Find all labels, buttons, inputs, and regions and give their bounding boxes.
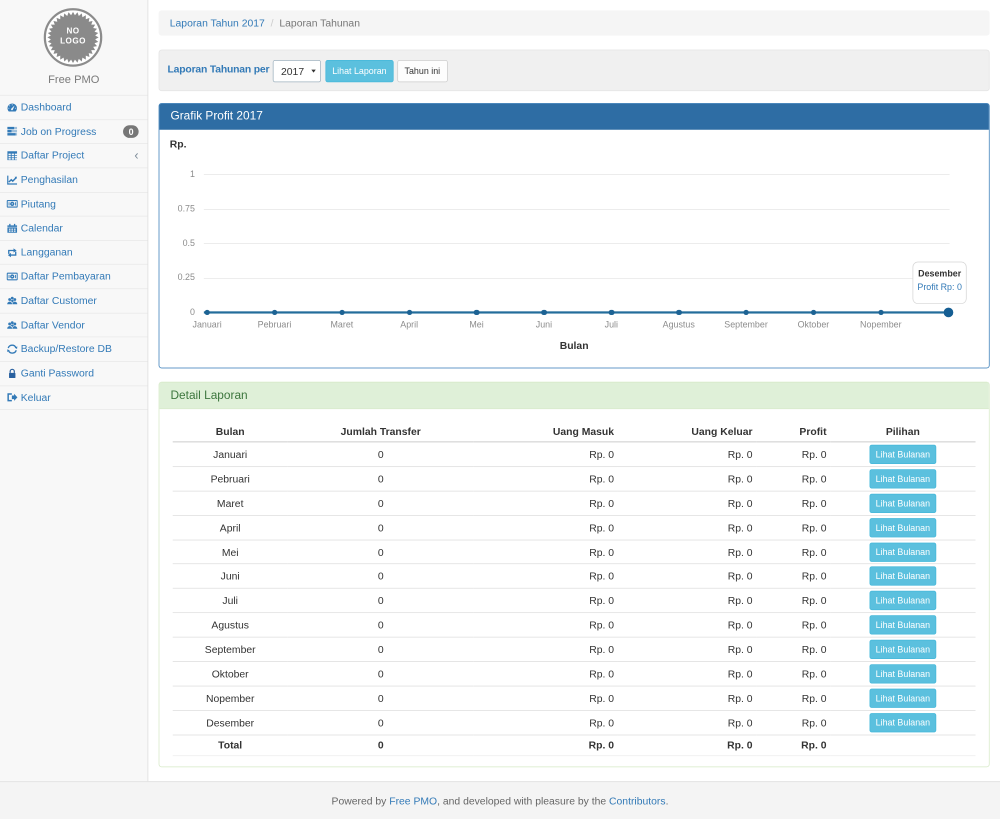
svg-text:NO: NO — [66, 27, 79, 36]
svg-text:LOGO: LOGO — [60, 37, 86, 46]
